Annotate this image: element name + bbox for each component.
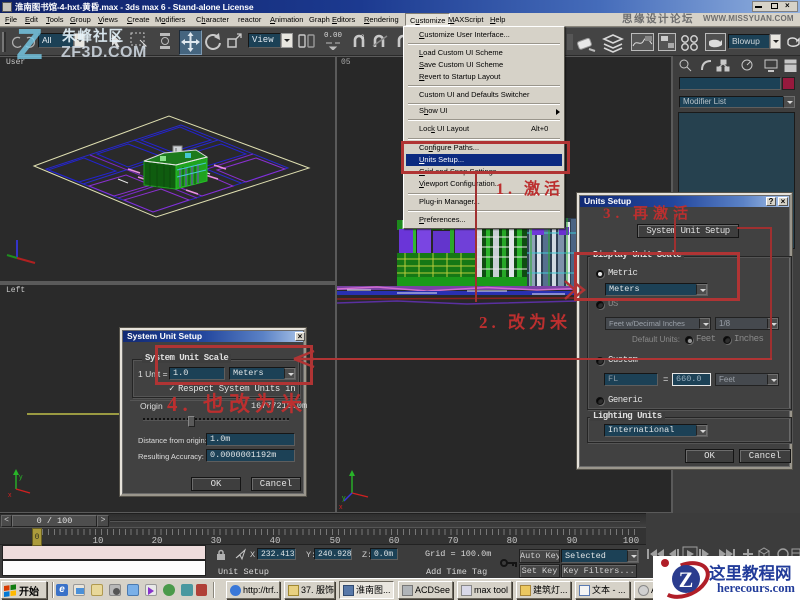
svg-text:x: x	[8, 492, 12, 499]
svg-text:3: 3	[361, 35, 365, 41]
svg-text:y: y	[19, 474, 23, 481]
svg-text:y: y	[342, 495, 346, 502]
svg-text:x: x	[339, 504, 343, 511]
